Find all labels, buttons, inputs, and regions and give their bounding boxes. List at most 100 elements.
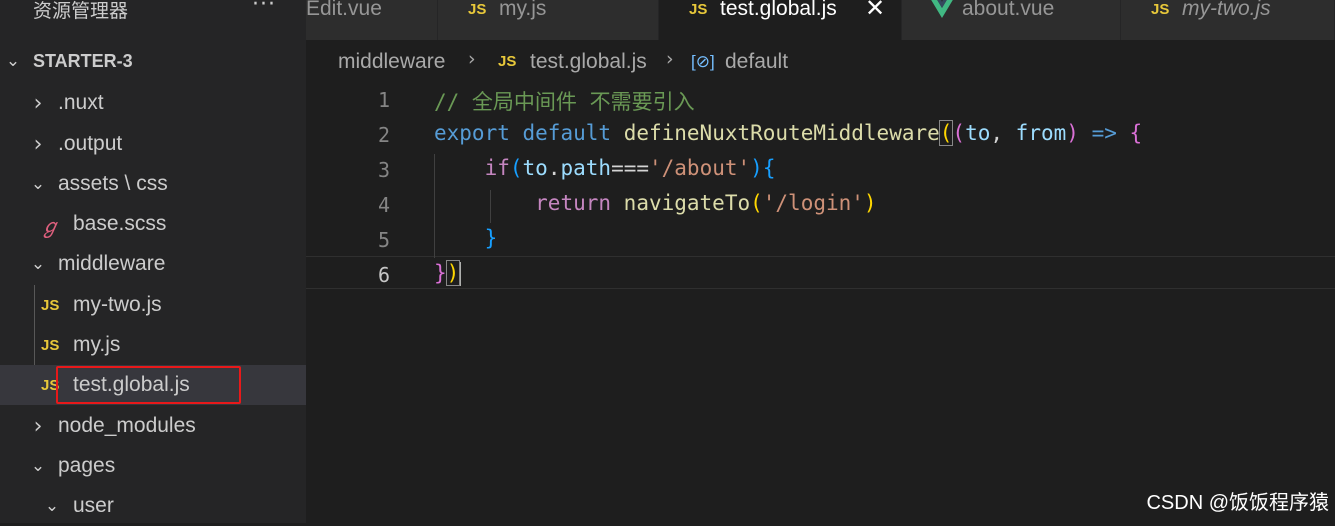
tab-label: test.global.js [720, 0, 837, 20]
chevron-down-icon: ⌄ [30, 174, 46, 194]
tree-item-my-js[interactable]: JS my.js [0, 325, 306, 365]
code-function: navigateTo [623, 191, 751, 215]
explorer-header: 资源管理器 ··· [0, 0, 306, 30]
code-comment: // 全局中间件 不需要引入 [434, 90, 695, 114]
js-file-icon: JS [1151, 1, 1170, 18]
breadcrumb: middleware › JS test.global.js › [⊘] def… [306, 40, 1335, 84]
line-number: 5 [377, 228, 390, 252]
code-keyword: if [484, 156, 510, 180]
code-string: '/about' [649, 156, 751, 180]
code-line-3[interactable]: 3 if(to.path==='/about'){ [306, 154, 1335, 189]
sass-icon: ℊ [40, 213, 60, 238]
tree-item-label: .nuxt [58, 91, 104, 114]
code-text: } [434, 226, 498, 250]
js-file-icon: JS [689, 1, 708, 18]
line-number: 6 [377, 263, 390, 287]
tree-item-base-scss[interactable]: ℊ base.scss [0, 204, 306, 244]
symbol-variable-icon: [⊘] [691, 52, 715, 71]
code-operator: === [611, 156, 649, 180]
tree-item-my-two-js[interactable]: JS my-two.js [0, 285, 306, 325]
code-param: to [965, 121, 991, 145]
editor-tab-bar: Edit.vue JS my.js JS test.global.js ✕ ab… [306, 0, 1335, 40]
code-line-5[interactable]: 5 } [306, 224, 1335, 259]
code-line-2[interactable]: 2 export default defineNuxtRouteMiddlewa… [306, 119, 1335, 154]
code-bracket: ) [863, 191, 877, 215]
tree-item-label: user [73, 494, 114, 517]
tab-edit-vue[interactable]: Edit.vue [306, 0, 438, 40]
code-text: export default defineNuxtRouteMiddleware… [434, 120, 1143, 146]
code-bracket: ( [750, 191, 763, 215]
tab-about-vue[interactable]: about.vue [902, 0, 1121, 40]
tab-label: my-two.js [1182, 0, 1271, 20]
tree-item-node-modules[interactable]: › node_modules [0, 406, 306, 446]
code-keyword: default [522, 121, 612, 145]
code-bracket: { [1129, 121, 1143, 145]
line-number: 1 [377, 88, 390, 112]
code-bracket: ) [1066, 121, 1079, 145]
code-bracket: ( [938, 120, 954, 146]
tree-item-label: my-two.js [73, 293, 162, 316]
explorer-sidebar: 资源管理器 ··· ⌄ STARTER-3 › .nuxt › .output … [0, 0, 306, 523]
js-file-icon: JS [41, 296, 60, 314]
tree-root-starter[interactable]: ⌄ STARTER-3 [0, 41, 306, 81]
tree-item-middleware[interactable]: ⌄ middleware [0, 244, 306, 284]
code-property: path [560, 156, 612, 180]
tree-item-label: middleware [58, 252, 166, 275]
tab-label: Edit.vue [306, 0, 382, 20]
chevron-down-icon: ⌄ [5, 51, 21, 71]
tab-test-global-js[interactable]: JS test.global.js ✕ [659, 0, 902, 40]
code-line-4[interactable]: 4 return navigateTo('/login') [306, 189, 1335, 224]
js-file-icon: JS [498, 53, 517, 70]
line-number: 4 [377, 193, 390, 217]
annotation-highlight-box [56, 366, 241, 404]
code-keyword: export [434, 121, 510, 145]
code-line-6[interactable]: 6 }) [306, 259, 1335, 294]
breadcrumb-symbol[interactable]: default [725, 50, 788, 74]
chevron-down-icon: ⌄ [30, 456, 46, 476]
code-text: }) [434, 260, 462, 286]
code-param: from [1015, 121, 1067, 145]
vue-icon [931, 0, 953, 18]
more-actions-icon[interactable]: ··· [252, 0, 276, 17]
tree-item-pages[interactable]: ⌄ pages [0, 446, 306, 486]
close-icon[interactable]: ✕ [865, 0, 885, 22]
chevron-right-icon: › [33, 90, 43, 116]
code-text: return navigateTo('/login') [434, 191, 877, 215]
tree-item-label: assets \ css [58, 172, 168, 195]
tab-label: my.js [499, 0, 547, 20]
watermark: CSDN @饭饭程序猿 [1146, 492, 1329, 514]
chevron-right-icon: › [33, 131, 43, 157]
code-text: // 全局中间件 不需要引入 [434, 86, 695, 116]
tab-my-js[interactable]: JS my.js [438, 0, 659, 40]
code-variable: to [522, 156, 548, 180]
code-line-1[interactable]: 1 // 全局中间件 不需要引入 [306, 84, 1335, 119]
code-bracket: ) [750, 156, 763, 180]
tree-root-label: STARTER-3 [33, 50, 133, 71]
js-file-icon: JS [41, 336, 60, 354]
tree-item-user[interactable]: ⌄ user [0, 486, 306, 526]
code-bracket: } [434, 261, 447, 285]
code-bracket: { [762, 156, 776, 180]
code-editor[interactable]: 1 // 全局中间件 不需要引入 2 export default define… [306, 84, 1335, 523]
breadcrumb-folder[interactable]: middleware [338, 50, 445, 74]
code-text: if(to.path==='/about'){ [484, 156, 776, 180]
code-bracket: } [484, 226, 498, 250]
line-number: 2 [377, 123, 390, 147]
tab-my-two-js[interactable]: JS my-two.js [1121, 0, 1335, 40]
tree-item-label: .output [58, 132, 123, 155]
tab-label: about.vue [962, 0, 1055, 20]
tree-item-nuxt[interactable]: › .nuxt [0, 83, 306, 123]
tree-item-label: node_modules [58, 414, 196, 437]
tree-item-assets-css[interactable]: ⌄ assets \ css [0, 164, 306, 204]
text-cursor [459, 262, 462, 286]
tree-item-label: base.scss [73, 212, 167, 235]
tree-item-output[interactable]: › .output [0, 124, 306, 164]
chevron-right-icon: › [33, 413, 43, 439]
code-string: '/login' [762, 191, 864, 215]
explorer-title: 资源管理器 [33, 0, 129, 22]
code-bracket: ( [509, 156, 523, 180]
breadcrumb-file[interactable]: test.global.js [530, 50, 647, 74]
code-function: defineNuxtRouteMiddleware [623, 121, 940, 145]
chevron-right-icon: › [468, 48, 476, 70]
chevron-right-icon: › [666, 48, 674, 70]
